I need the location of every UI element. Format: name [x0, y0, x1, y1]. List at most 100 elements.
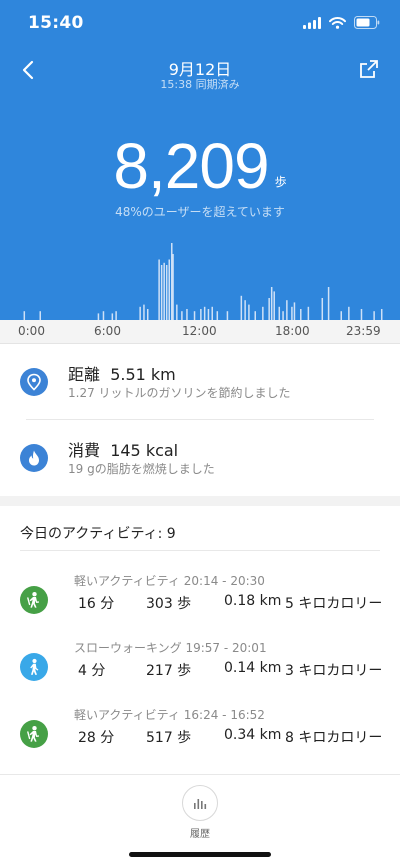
battery-icon	[354, 16, 380, 29]
distance-value: 5.51 km	[110, 365, 176, 384]
steps-unit: 歩	[274, 175, 287, 189]
step-bar	[211, 306, 213, 320]
step-bar	[143, 304, 145, 320]
axis-label-1800: 18:00	[275, 324, 310, 338]
distance-row[interactable]: 距離 5.51 km 1.27 リットルのガソリンを節約しました	[0, 360, 400, 420]
activity-minutes: 4 分	[78, 663, 106, 679]
step-bar	[115, 311, 117, 320]
step-bar	[102, 311, 105, 320]
walking-icon	[20, 653, 48, 681]
step-bar	[163, 262, 165, 320]
activity-item[interactable]: 軽いアクティビティ 20:14 - 20:30 16 分 303 歩 0.18 …	[0, 572, 400, 636]
step-bar	[307, 306, 310, 320]
step-bar	[321, 298, 324, 320]
step-bar	[203, 306, 206, 320]
distance-title: 距離	[68, 365, 101, 384]
activity-steps: 303 歩	[146, 596, 192, 612]
step-bar	[244, 300, 246, 320]
location-pin-icon	[20, 368, 48, 396]
axis-label-0000: 0:00	[18, 324, 45, 338]
activity-calories: 3 キロカロリー	[285, 663, 383, 679]
step-bar	[270, 287, 273, 320]
step-bar	[146, 309, 149, 320]
sync-status: 15:38 同期済み	[160, 78, 240, 91]
status-bar: 15:40	[0, 0, 400, 44]
step-bar	[172, 254, 174, 320]
axis-label-1200: 12:00	[182, 324, 217, 338]
activity-item[interactable]: 軽いアクティビティ 16:24 - 16:52 28 分 517 歩 0.34 …	[0, 706, 400, 770]
step-bar	[254, 311, 256, 320]
light-activity-icon	[20, 586, 48, 614]
step-bar	[97, 313, 100, 320]
calories-label: 消費 145 kcal	[68, 437, 178, 461]
step-bar	[168, 259, 170, 320]
activity-calories: 8 キロカロリー	[285, 730, 383, 746]
activity-distance: 0.14 km	[224, 660, 282, 676]
steps-summary: 8,209 歩	[0, 130, 400, 202]
step-bar	[248, 304, 250, 320]
activity-calories: 5 キロカロリー	[285, 596, 383, 612]
step-bar	[193, 311, 196, 320]
step-bar	[186, 309, 188, 320]
share-button[interactable]	[358, 58, 382, 82]
activity-minutes: 16 分	[78, 596, 115, 612]
step-bar	[240, 295, 243, 320]
step-bar	[340, 311, 342, 320]
activity-distance: 0.18 km	[224, 593, 282, 609]
activity-count: 今日のアクティビティ: 9	[20, 526, 176, 542]
step-bar	[200, 309, 202, 320]
status-icons	[303, 16, 380, 29]
signal-icon	[303, 16, 321, 29]
step-bar	[291, 306, 293, 320]
step-bar	[327, 287, 330, 320]
calories-row[interactable]: 消費 145 kcal 19 gの脂肪を燃焼しました	[0, 436, 400, 496]
metrics-section: 距離 5.51 km 1.27 リットルのガソリンを節約しました 消費 145 …	[0, 344, 400, 496]
step-bar	[268, 298, 270, 320]
flame-icon	[20, 444, 48, 472]
step-bar	[300, 309, 302, 320]
step-bar	[176, 304, 178, 320]
percentile-text: 48%のユーザーを超えています	[115, 205, 285, 219]
activity-item[interactable]: スローウォーキング 19:57 - 20:01 4 分 217 歩 0.14 k…	[0, 639, 400, 703]
step-bar	[111, 313, 114, 320]
step-bar	[158, 259, 160, 320]
step-bar	[348, 306, 350, 320]
section-gap	[0, 496, 400, 506]
activity-divider	[20, 550, 380, 551]
share-icon	[360, 60, 378, 78]
status-time: 15:40	[28, 13, 84, 33]
activity-title: スローウォーキング 19:57 - 20:01	[74, 641, 267, 655]
calories-value: 145 kcal	[110, 441, 179, 460]
hero-panel: 15:40 9月12日 15:38 同期済み 8,209 歩 48%のユーザーを…	[0, 0, 400, 320]
light-activity-icon	[20, 720, 48, 748]
step-bar	[216, 311, 219, 320]
step-bar	[262, 306, 264, 320]
axis-label-2359: 23:59	[346, 324, 381, 338]
metrics-divider	[26, 419, 374, 420]
step-bar	[165, 265, 168, 320]
axis-label-0600: 6:00	[94, 324, 121, 338]
history-button[interactable]	[182, 785, 218, 821]
calories-note: 19 gの脂肪を燃焼しました	[68, 462, 215, 476]
distance-note: 1.27 リットルのガソリンを節約しました	[68, 386, 291, 400]
step-bar	[380, 309, 383, 320]
home-indicator[interactable]	[129, 852, 271, 857]
step-bar	[207, 309, 210, 320]
step-bar	[160, 265, 163, 320]
bottom-bar: 履歴	[0, 774, 400, 866]
activity-title: 軽いアクティビティ 20:14 - 20:30	[74, 574, 265, 588]
step-bar	[39, 311, 41, 320]
step-bar	[293, 302, 296, 320]
time-axis: 0:00 6:00 12:00 18:00 23:59	[0, 320, 400, 344]
step-bar	[373, 311, 375, 320]
step-bar	[181, 311, 183, 320]
steps-count: 8,209	[113, 130, 269, 202]
step-bar	[286, 300, 288, 320]
activity-title: 軽いアクティビティ 16:24 - 16:52	[74, 708, 265, 722]
activity-section: 今日のアクティビティ: 9 軽いアクティビティ 20:14 - 20:30 16…	[0, 506, 400, 774]
calories-title: 消費	[68, 441, 101, 460]
activity-minutes: 28 分	[78, 730, 115, 746]
step-bar	[360, 309, 363, 320]
bar-chart-icon	[194, 799, 207, 809]
history-label: 履歴	[190, 829, 210, 840]
